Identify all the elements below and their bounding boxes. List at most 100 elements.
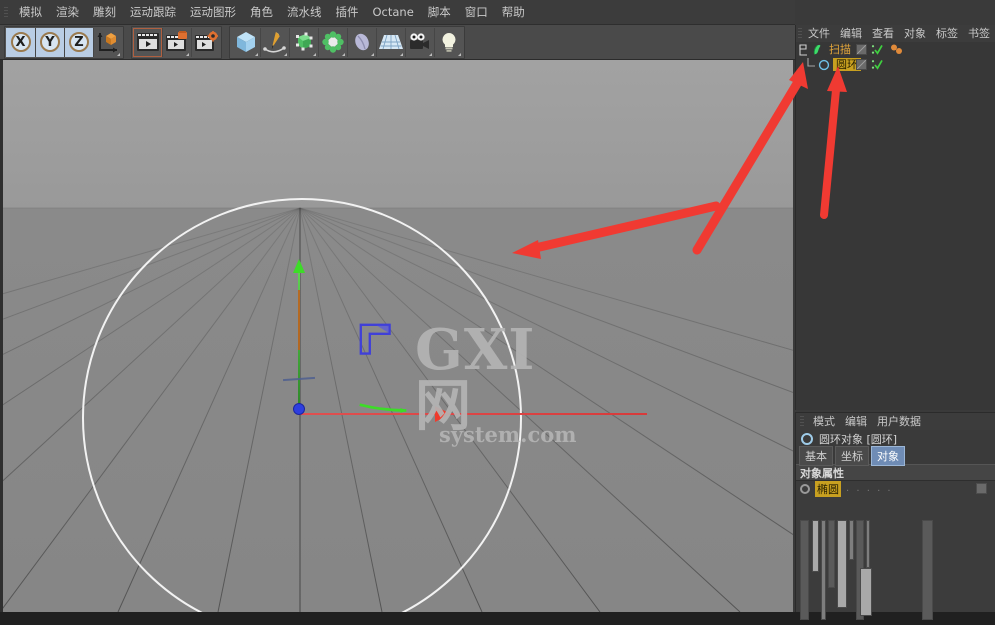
circle-spline-icon[interactable] — [818, 59, 830, 71]
property-checkbox-ellipse[interactable] — [976, 483, 987, 494]
axis-x-lock-button[interactable]: X — [6, 27, 35, 57]
circle-spline-icon — [801, 433, 813, 445]
axis-lock-group: X Y Z — [4, 25, 124, 59]
tab-basic[interactable]: 基本 — [799, 446, 833, 466]
button-submenu-corner-icon — [429, 52, 432, 56]
axis-z-lock-button[interactable]: Z — [64, 27, 93, 57]
field-strip-5[interactable] — [837, 520, 847, 608]
generator-nurbs-icon — [296, 32, 313, 51]
enabled-check-icon[interactable] — [871, 44, 883, 55]
object-manager-tree[interactable]: 扫描 圆环 — [796, 42, 995, 410]
am-menu-userdata[interactable]: 用户数据 — [872, 413, 926, 431]
attribute-fields-clipped — [798, 518, 995, 625]
field-strip-8[interactable] — [866, 520, 870, 568]
object-row-sweep-tags — [856, 42, 904, 57]
visibility-tag[interactable] — [856, 59, 867, 70]
button-submenu-corner-icon — [284, 52, 287, 56]
camera-icon — [410, 33, 429, 49]
menu-item-octane[interactable]: Octane — [366, 2, 421, 22]
cinema4d-window: 模拟 渲染 雕刻 运动跟踪 运动图形 角色 流水线 插件 Octane 脚本 窗… — [0, 0, 995, 620]
menubar-drag-grip[interactable] — [0, 0, 12, 25]
button-submenu-corner-icon — [458, 52, 461, 56]
object-row-sweep[interactable]: 扫描 — [796, 42, 995, 57]
cube-primitive-button[interactable] — [231, 28, 260, 57]
axis-origin-point[interactable] — [293, 403, 305, 415]
axis-x-handle[interactable] — [299, 413, 647, 415]
property-row-ellipse[interactable]: 椭圆 . . . . . — [796, 480, 995, 497]
deformer-button[interactable] — [318, 27, 347, 57]
camera-button[interactable] — [405, 27, 434, 57]
button-submenu-corner-icon — [255, 52, 258, 56]
environment-button[interactable] — [347, 27, 376, 57]
axis-plane-xy-handle[interactable] — [359, 323, 395, 359]
object-row-circle[interactable]: 圆环 — [796, 57, 995, 72]
field-strip-2[interactable] — [812, 520, 819, 572]
axis-y-band — [298, 290, 300, 350]
floor-scene-button[interactable] — [376, 27, 405, 57]
am-menu-edit[interactable]: 编辑 — [840, 413, 872, 431]
sweep-generator-icon[interactable] — [811, 44, 823, 56]
om-menu-object[interactable]: 对象 — [899, 25, 931, 43]
field-strip-3[interactable] — [821, 520, 826, 620]
attribute-manager: 模式 编辑 用户数据 圆环对象 [圆环] 基本 坐标 对象 对象属性 椭圆 . … — [795, 409, 995, 620]
tab-object[interactable]: 对象 — [871, 446, 905, 466]
main-menubar: 模拟 渲染 雕刻 运动跟踪 运动图形 角色 流水线 插件 Octane 脚本 窗… — [0, 0, 795, 25]
spline-pen-button[interactable] — [260, 27, 289, 57]
create-group — [229, 25, 465, 59]
field-strip-6[interactable] — [849, 520, 854, 560]
field-strip-1[interactable] — [800, 520, 809, 620]
menu-item-simulate[interactable]: 模拟 — [12, 2, 49, 22]
generator-nurbs-button[interactable] — [289, 27, 318, 57]
menu-item-mograph[interactable]: 运动图形 — [183, 2, 243, 22]
radio-icon[interactable] — [800, 483, 810, 494]
menu-item-plugins[interactable]: 插件 — [329, 2, 366, 22]
axis-x-arrow-icon[interactable] — [435, 406, 451, 422]
object-row-sweep-label[interactable]: 扫描 — [826, 43, 854, 56]
deformer-icon — [322, 31, 344, 53]
menu-item-character[interactable]: 角色 — [243, 2, 280, 22]
axis-y-lock-button[interactable]: Y — [35, 27, 64, 57]
axis-z-lock-icon: Z — [69, 32, 89, 52]
am-menu-mode[interactable]: 模式 — [808, 413, 840, 431]
render-settings-button[interactable] — [191, 27, 220, 57]
environment-icon — [355, 33, 369, 51]
render-to-picture-viewer-button[interactable] — [162, 27, 191, 57]
field-strip-10[interactable] — [922, 520, 933, 620]
menu-item-script[interactable]: 脚本 — [421, 2, 458, 22]
axis-x-lock-icon: X — [10, 32, 31, 52]
menu-item-sculpt[interactable]: 雕刻 — [86, 2, 123, 22]
menu-item-motion-tracker[interactable]: 运动跟踪 — [123, 2, 183, 22]
expand-collapse-icon[interactable] — [798, 43, 809, 56]
menu-item-render[interactable]: 渲染 — [49, 2, 86, 22]
viewport-left-edge — [0, 60, 3, 612]
world-object-coordinate-icon — [97, 33, 117, 53]
render-group — [131, 25, 222, 59]
visibility-tag[interactable] — [856, 44, 867, 55]
field-strip-9[interactable] — [860, 568, 872, 616]
om-menu-bookmark[interactable]: 书签 — [963, 25, 995, 43]
field-strip-4[interactable] — [828, 520, 835, 588]
om-menu-edit[interactable]: 编辑 — [835, 25, 867, 43]
material-tag-icon[interactable] — [890, 44, 904, 56]
axis-gizmo[interactable] — [282, 259, 647, 422]
om-menu-view[interactable]: 查看 — [867, 25, 899, 43]
axis-z-green-handle[interactable] — [355, 403, 411, 413]
axis-y-arrow-icon[interactable] — [293, 259, 305, 273]
render-view-button[interactable] — [133, 28, 162, 57]
spline-pen-icon — [263, 31, 286, 53]
cube-primitive-icon — [236, 32, 255, 52]
attribute-tabs: 基本 坐标 对象 — [796, 446, 995, 466]
world-object-coordinate-button[interactable] — [93, 27, 122, 57]
viewport-perspective[interactable]: GXI网 system.com — [0, 60, 793, 612]
menu-item-help[interactable]: 帮助 — [495, 2, 532, 22]
button-submenu-corner-icon — [117, 52, 120, 56]
attribute-manager-drag-grip[interactable] — [796, 409, 808, 434]
menu-item-window[interactable]: 窗口 — [458, 2, 495, 22]
om-menu-file[interactable]: 文件 — [803, 25, 835, 43]
enabled-check-icon[interactable] — [871, 59, 883, 70]
light-button[interactable] — [434, 27, 463, 57]
tab-coordinates[interactable]: 坐标 — [835, 446, 869, 466]
om-menu-tag[interactable]: 标签 — [931, 25, 963, 43]
button-submenu-corner-icon — [342, 52, 345, 56]
menu-item-pipeline[interactable]: 流水线 — [280, 2, 329, 22]
